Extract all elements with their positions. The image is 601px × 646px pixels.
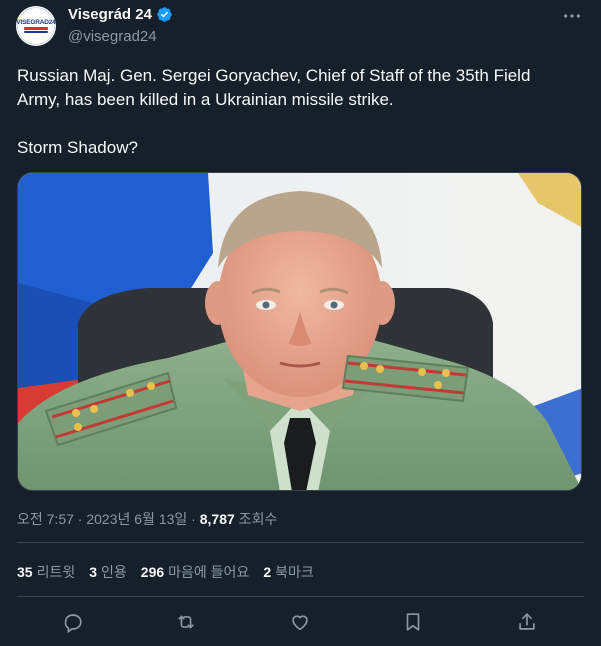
verified-badge-icon: [157, 7, 172, 22]
views-label: 조회수: [234, 511, 278, 527]
share-icon: [519, 613, 535, 630]
tweet-meta: 오전 7:57 · 2023년 6월 13일 · 8,787 조회수: [17, 509, 277, 529]
like-button[interactable]: [284, 606, 316, 638]
meta-separator: ·: [187, 511, 200, 527]
meta-separator: ·: [73, 511, 87, 527]
avatar[interactable]: VISEGRAD24: [16, 6, 56, 46]
more-options-icon[interactable]: [561, 6, 583, 26]
retweets-label: 리트윗: [36, 564, 76, 580]
retweets-count: 35: [17, 564, 33, 580]
tweet-date[interactable]: 2023년 6월 13일: [86, 511, 187, 527]
tweet-text: Russian Maj. Gen. Sergei Goryachev, Chie…: [17, 64, 577, 160]
retweet-button[interactable]: [170, 606, 202, 638]
quotes-label: 인용: [101, 564, 127, 580]
officer-portrait-image: [18, 173, 581, 490]
likes-count: 296: [140, 564, 165, 580]
stat-likes[interactable]: 296 마음에 들어요: [141, 562, 250, 582]
likes-label: 마음에 들어요: [168, 564, 250, 580]
reply-icon: [64, 614, 82, 633]
avatar-logo-stripe-blue: [24, 31, 48, 33]
avatar-logo: VISEGRAD24: [16, 7, 56, 45]
bookmarks-count: 2: [263, 564, 272, 580]
action-bar: [0, 606, 601, 638]
stat-bookmarks[interactable]: 2 북마크: [263, 562, 313, 582]
bookmark-icon: [406, 613, 420, 631]
reply-button[interactable]: [57, 606, 89, 638]
engagement-stats: 35 리트윗 3 인용 296 마음에 들어요 2 북마크: [17, 562, 314, 582]
stat-quotes[interactable]: 3 인용: [89, 562, 127, 582]
views-count: 8,787: [199, 511, 235, 527]
bookmark-button[interactable]: [397, 606, 429, 638]
stat-retweets[interactable]: 35 리트윗: [17, 562, 75, 582]
tweet-time[interactable]: 오전 7:57: [17, 511, 74, 527]
avatar-logo-stripe-red: [24, 27, 48, 30]
author-name-row: Visegrád 24: [68, 6, 173, 23]
tweet-photo[interactable]: [17, 172, 582, 491]
tweet-card: VISEGRAD24 Visegrád 24 @visegrad24 Russi…: [0, 0, 601, 646]
handle[interactable]: @visegrad24: [68, 28, 157, 45]
share-button[interactable]: [511, 606, 543, 638]
bookmarks-label: 북마크: [275, 564, 314, 580]
quotes-count: 3: [89, 564, 98, 580]
retweet-icon: [178, 615, 194, 629]
divider: [17, 542, 584, 543]
avatar-logo-text: VISEGRAD24: [16, 19, 56, 26]
tweet-text-line-2: Storm Shadow?: [17, 138, 138, 157]
heart-icon: [292, 615, 308, 631]
tweet-text-line-1: Russian Maj. Gen. Sergei Goryachev, Chie…: [17, 66, 531, 109]
divider: [17, 596, 584, 597]
display-name[interactable]: Visegrád 24: [68, 6, 152, 23]
